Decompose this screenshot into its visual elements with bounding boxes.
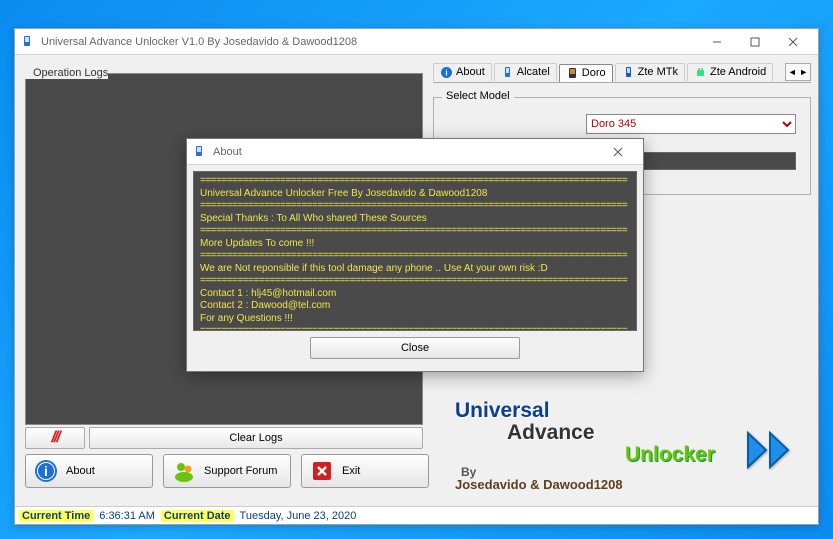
about-console: ========================================…	[193, 171, 637, 331]
close-button[interactable]	[774, 29, 812, 55]
titlebar: Universal Advance Unlocker V1.0 By Josed…	[15, 29, 818, 55]
tab-doro[interactable]: Doro	[559, 64, 613, 82]
minimize-button[interactable]	[698, 29, 736, 55]
slashes-icon: ///	[51, 429, 58, 447]
branding-logo: Universal Advance Unlocker By Josedavido…	[455, 400, 715, 492]
exit-button[interactable]: Exit	[301, 454, 429, 488]
date-value: Tuesday, June 23, 2020	[240, 510, 357, 522]
bottom-buttons: i About Support Forum Exit	[25, 454, 429, 488]
info-icon: i	[34, 459, 58, 483]
clear-icon-button[interactable]: ///	[25, 427, 85, 449]
select-model-label: Select Model	[442, 90, 514, 102]
support-forum-button[interactable]: Support Forum	[163, 454, 291, 488]
exit-icon	[310, 459, 334, 483]
app-icon	[193, 145, 207, 159]
about-close-button[interactable]: Close	[310, 337, 520, 359]
tab-zte-mtk[interactable]: Zte MTk	[615, 63, 685, 81]
phone-icon	[622, 66, 635, 79]
tab-alcatel[interactable]: Alcatel	[494, 63, 557, 81]
phone-icon	[566, 67, 579, 80]
about-button[interactable]: i About	[25, 454, 153, 488]
date-label: Current Date	[161, 510, 234, 522]
dialog-body: ========================================…	[187, 165, 643, 365]
time-value: 6:36:31 AM	[99, 510, 155, 522]
app-icon	[21, 35, 35, 49]
dialog-close-button[interactable]	[599, 139, 637, 165]
logs-label: Operation Logs	[25, 67, 108, 79]
status-bar: Current Time 6:36:31 AM Current Date Tue…	[15, 506, 818, 524]
android-icon	[694, 66, 707, 79]
about-dialog: About ==================================…	[186, 138, 644, 372]
dialog-title: About	[213, 146, 242, 158]
model-select[interactable]: Doro 345	[586, 114, 796, 134]
tab-about[interactable]: i About	[433, 63, 492, 81]
tab-zte-android[interactable]: Zte Android	[687, 63, 773, 81]
window-title: Universal Advance Unlocker V1.0 By Josed…	[41, 36, 357, 48]
info-icon: i	[440, 66, 453, 79]
clear-logs-button[interactable]: Clear Logs	[89, 427, 423, 449]
dialog-titlebar: About	[187, 139, 643, 165]
users-icon	[172, 459, 196, 483]
maximize-button[interactable]	[736, 29, 774, 55]
phone-icon	[501, 66, 514, 79]
svg-text:i: i	[445, 68, 447, 77]
tabs-row: i About Alcatel Doro Zte MTk Zte A	[433, 61, 811, 83]
forward-arrows-icon	[744, 429, 802, 476]
time-label: Current Time	[19, 510, 93, 522]
tab-scroll-buttons[interactable]: ◄ ►	[785, 63, 811, 81]
svg-text:i: i	[44, 463, 48, 479]
